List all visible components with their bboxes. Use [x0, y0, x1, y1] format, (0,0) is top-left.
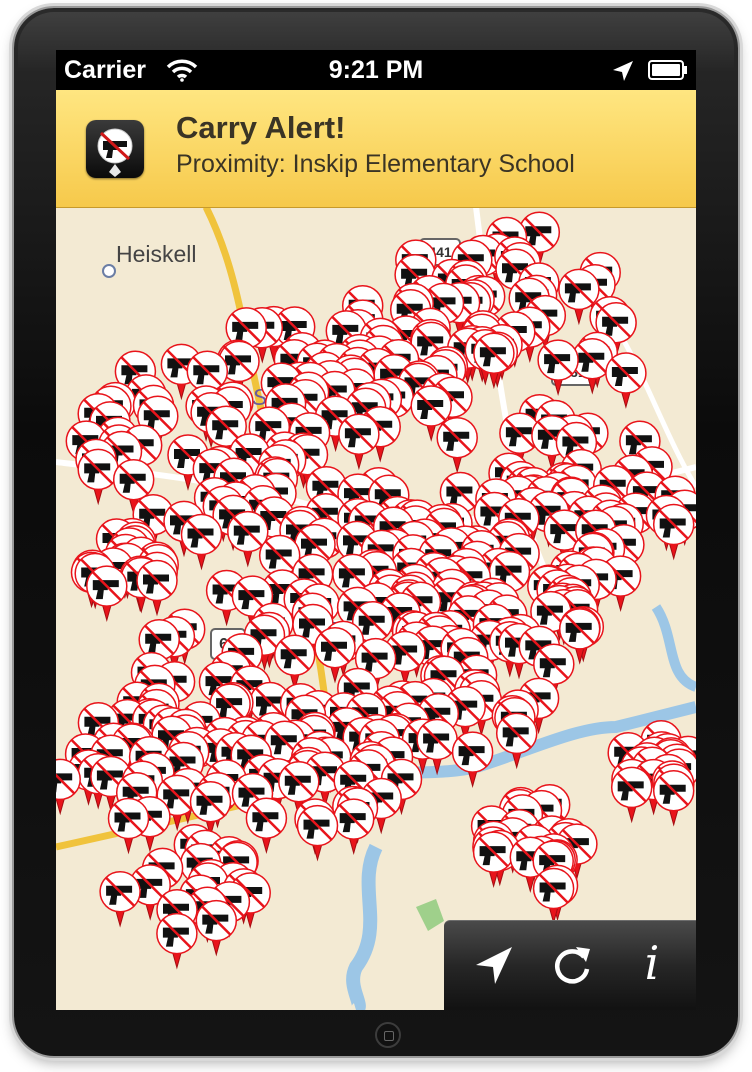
no-gun-pin-icon[interactable] — [537, 339, 579, 396]
map-view[interactable]: Heiskell Stolport 75 40 62 331 441 — [56, 207, 696, 1010]
no-gun-pin-icon[interactable] — [245, 797, 288, 855]
no-gun-pin-icon[interactable] — [99, 871, 141, 928]
no-gun-pin-icon[interactable] — [451, 731, 494, 788]
no-gun-pin-icon[interactable] — [273, 634, 316, 692]
no-gun-pin-icon[interactable] — [532, 867, 575, 925]
gun-pin-app-icon — [86, 120, 144, 178]
no-gun-pin-icon[interactable] — [472, 831, 515, 888]
battery-icon — [648, 60, 687, 80]
no-gun-pin-icon[interactable] — [473, 332, 515, 390]
status-bar: Carrier 9:21 PM — [56, 50, 696, 90]
no-gun-pin-layer — [56, 211, 696, 970]
no-gun-pin-icon[interactable] — [156, 912, 198, 970]
no-gun-pin-icon[interactable] — [77, 448, 119, 506]
map-toolbar: i — [444, 920, 696, 1010]
home-button[interactable] — [375, 1022, 401, 1048]
no-gun-pin-icon[interactable] — [652, 503, 695, 561]
info-button[interactable]: i — [622, 933, 682, 993]
locate-me-button[interactable] — [464, 935, 524, 995]
no-gun-pin-icon[interactable] — [56, 758, 81, 816]
no-gun-pin-icon[interactable] — [436, 416, 478, 474]
refresh-button[interactable] — [542, 935, 602, 995]
no-gun-pin-icon[interactable] — [180, 513, 223, 571]
no-gun-pin-icon[interactable] — [605, 352, 647, 409]
no-gun-pin-icon[interactable] — [338, 413, 380, 471]
no-gun-pin-icon[interactable] — [495, 712, 538, 770]
alert-message: Proximity: Inskip Elementary School — [176, 150, 575, 178]
no-gun-pin-icon[interactable] — [86, 565, 128, 622]
no-gun-pin-icon[interactable] — [652, 770, 695, 827]
status-time: 9:21 PM — [328, 56, 424, 84]
no-gun-pin-icon[interactable] — [571, 338, 614, 395]
no-gun-pin-icon[interactable] — [107, 797, 150, 855]
carry-alert-banner[interactable]: Carry Alert! Proximity: Inskip Elementar… — [56, 90, 696, 208]
location-arrow-icon — [476, 947, 512, 984]
no-gun-pin-icon[interactable] — [332, 798, 375, 855]
no-gun-pin-icon[interactable] — [610, 766, 653, 824]
no-gun-pin-icon[interactable] — [296, 804, 339, 862]
screen: Carrier 9:21 PM Carry Alert! Proximity: … — [56, 50, 696, 1010]
location-services-icon — [613, 61, 633, 81]
alert-title: Carry Alert! — [176, 110, 346, 145]
no-gun-pin-icon[interactable] — [195, 899, 238, 957]
